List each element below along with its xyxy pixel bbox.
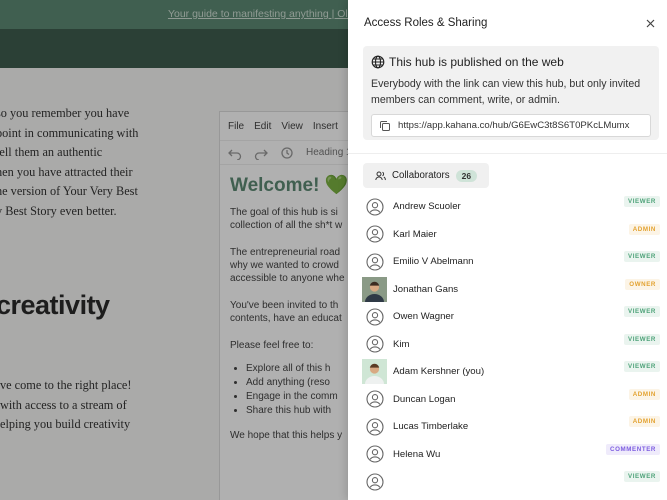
collaborator-row[interactable]: Lucas Timberlake ADMIN [362,413,660,441]
role-badge[interactable]: VIEWER [623,333,660,345]
user-icon [362,194,387,219]
user-icon [362,249,387,274]
role-badge[interactable]: OWNER [625,278,660,290]
role-badge[interactable]: VIEWER [623,471,660,482]
close-button[interactable] [635,8,665,38]
panel-title: Access Roles & Sharing [364,17,488,29]
role-badge[interactable]: ADMIN [628,388,660,400]
collaborator-row[interactable]: Emilio V Abelmann VIEWER [362,248,660,276]
collaborator-row[interactable]: Jonathan Gans OWNER [362,276,660,304]
collaborator-name: Kim [393,338,410,350]
share-url-text[interactable]: https://app.kahana.co/hub/G6EwC3t8S6T0PK… [398,120,629,131]
users-icon [375,171,386,180]
access-roles-panel: Access Roles & Sharing This hub is publi… [348,0,667,500]
tab-collaborators[interactable]: Collaborators 26 [363,163,490,188]
user-icon [362,442,387,467]
collaborator-row[interactable]: Helena Wu COMMENTER [362,441,660,469]
user-icon [362,387,387,412]
collaborator-name: Duncan Logan [393,393,456,405]
collaborator-name: Jonathan Gans [393,283,459,295]
collaborators-list: Andrew Scuoler VIEWER Karl Maier ADMIN Emili… [362,193,660,496]
user-icon [362,304,387,329]
user-icon [362,469,387,494]
collaborators-label: Collaborators [392,170,450,181]
collaborator-name: Andrew Scuoler [393,201,461,213]
collaborator-row[interactable]: Duncan Logan ADMIN [362,386,660,414]
publish-info-box: This hub is published on the web Everybo… [363,46,659,140]
collaborator-name: Emilio V Abelmann [393,256,474,268]
avatar [362,359,387,385]
copy-icon[interactable] [379,120,391,132]
collaborator-row[interactable]: Karl Maier ADMIN [362,221,660,249]
collaborator-row[interactable]: Adam Kershner (you) VIEWER [362,358,660,386]
collaborator-row[interactable]: Owen Wagner VIEWER [362,303,660,331]
collaborator-name: Adam Kershner (you) [393,366,485,378]
collaborator-name: Helena Wu [393,448,441,460]
role-badge[interactable]: COMMENTER [606,443,660,455]
publish-description: Everybody with the link can view this hu… [371,78,641,106]
user-icon [362,222,387,247]
collaborator-row[interactable]: Kim VIEWER [362,331,660,359]
divider [348,153,667,154]
role-badge[interactable]: VIEWER [623,196,660,207]
collaborator-row[interactable]: Andrew Scuoler VIEWER [362,193,660,221]
role-badge[interactable]: VIEWER [623,306,660,317]
modal-backdrop[interactable] [0,0,348,500]
collaborator-name: Owen Wagner [393,311,454,323]
role-badge[interactable]: ADMIN [628,223,660,235]
avatar [362,276,387,302]
globe-icon [371,55,385,69]
collaborator-name: Karl Maier [393,228,437,240]
publish-heading: This hub is published on the web [389,55,564,69]
close-icon [646,19,654,27]
collaborator-name: Lucas Timberlake [393,421,469,433]
publish-heading-row: This hub is published on the web [371,53,651,71]
user-icon [362,332,387,357]
collaborators-count-badge: 26 [455,169,478,182]
role-badge[interactable]: VIEWER [623,361,660,372]
user-icon [362,414,387,439]
collaborator-row[interactable]: VIEWER [362,468,660,496]
share-url-field[interactable]: https://app.kahana.co/hub/G6EwC3t8S6T0PK… [371,114,651,137]
panel-header: Access Roles & Sharing [348,0,667,46]
role-badge[interactable]: VIEWER [623,251,660,262]
role-badge[interactable]: ADMIN [628,416,660,427]
